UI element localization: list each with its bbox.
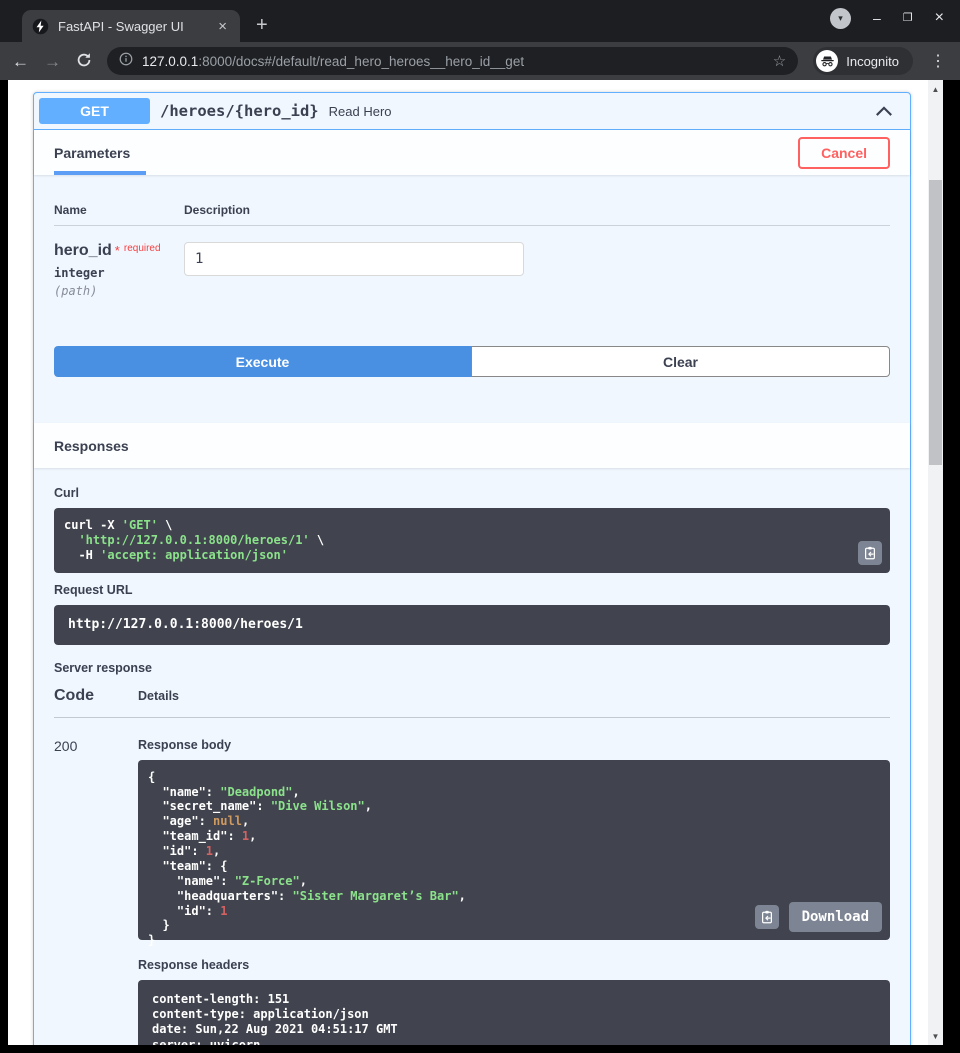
back-icon[interactable]: ← <box>12 53 29 70</box>
url-bar[interactable]: 127.0.0.1:8000/docs#/default/read_hero_h… <box>107 47 798 75</box>
parameters-table-header: Name Description <box>54 191 890 226</box>
responses-title: Responses <box>54 438 129 454</box>
param-name: hero_id <box>54 242 112 259</box>
scroll-down-icon[interactable]: ▼ <box>928 1029 943 1043</box>
window-controls: ▾ – ❐ × <box>830 8 960 29</box>
opblock-get: GET /heroes/{hero_id} Read Hero Paramete… <box>33 92 911 1045</box>
collapse-chevron-icon[interactable] <box>875 105 893 117</box>
responses-inner: Curl curl -X 'GET' \ 'http://127.0.0.1:8… <box>34 468 910 1045</box>
column-name: Name <box>54 203 184 217</box>
curl-label: Curl <box>54 486 890 500</box>
column-details: Details <box>138 689 179 703</box>
tab-parameters[interactable]: Parameters <box>54 130 130 175</box>
param-description-cell <box>184 242 524 298</box>
minimize-icon[interactable]: – <box>873 11 881 25</box>
forward-icon[interactable]: → <box>44 53 61 70</box>
incognito-label: Incognito <box>846 54 899 69</box>
response-table-header: Code Details <box>54 677 890 718</box>
incognito-icon <box>816 50 838 72</box>
tab-bar: FastAPI - Swagger UI × + ▾ – ❐ × <box>0 0 960 42</box>
curl-command: curl -X 'GET' \ 'http://127.0.0.1:8000/h… <box>54 508 890 573</box>
param-type: integer <box>54 266 184 280</box>
browser-menu-icon[interactable]: ⋮ <box>928 51 948 71</box>
param-row: hero_id* required integer (path) <box>54 226 890 298</box>
site-info-icon[interactable] <box>119 52 133 71</box>
page-scrollbar: ▲ ▼ <box>928 80 943 1045</box>
request-url-label: Request URL <box>54 583 890 597</box>
tab-close-icon[interactable]: × <box>215 18 230 35</box>
responses-header: Responses <box>34 423 910 468</box>
execute-button[interactable]: Execute <box>54 346 471 377</box>
bookmark-star-icon[interactable]: ☆ <box>773 52 786 70</box>
parameters-header: Parameters Cancel <box>34 130 910 175</box>
endpoint-summary-text: Read Hero <box>329 104 392 119</box>
required-star: * <box>115 243 120 258</box>
response-body-actions: Download <box>755 902 882 932</box>
parameters-body: Name Description hero_id* required intege… <box>34 175 910 423</box>
swagger-page: GET /heroes/{hero_id} Read Hero Paramete… <box>8 80 928 1045</box>
scrollbar-thumb[interactable] <box>929 180 942 465</box>
column-code: Code <box>54 687 138 705</box>
fastapi-favicon-icon <box>32 18 49 35</box>
response-row: 200 Response body { "name": "Deadpond", … <box>54 718 890 1045</box>
clear-button[interactable]: Clear <box>471 346 890 377</box>
url-text: 127.0.0.1:8000/docs#/default/read_hero_h… <box>142 54 764 69</box>
browser-toolbar: ← → 127.0.0.1:8000/docs#/default/read_he… <box>0 42 960 80</box>
window-close-icon[interactable]: × <box>935 10 944 26</box>
endpoint-path: /heroes/{hero_id} <box>160 102 319 120</box>
param-location: (path) <box>54 284 184 298</box>
hero-id-input[interactable] <box>184 242 524 276</box>
browser-tab[interactable]: FastAPI - Swagger UI × <box>22 10 240 42</box>
active-tab-underline <box>54 171 146 175</box>
copy-response-button[interactable] <box>755 905 779 929</box>
param-name-cell: hero_id* required integer (path) <box>54 242 184 298</box>
download-button[interactable]: Download <box>789 902 882 932</box>
scroll-up-icon[interactable]: ▲ <box>928 82 943 96</box>
cancel-button[interactable]: Cancel <box>798 137 890 169</box>
response-headers-label: Response headers <box>138 958 890 972</box>
maximize-icon[interactable]: ❐ <box>903 13 913 24</box>
incognito-badge: Incognito <box>813 47 913 75</box>
server-response-label: Server response <box>54 661 890 675</box>
endpoint-summary[interactable]: GET /heroes/{hero_id} Read Hero <box>34 93 910 130</box>
response-body-label: Response body <box>138 738 890 752</box>
column-description: Description <box>184 203 250 217</box>
profile-button[interactable]: ▾ <box>830 8 851 29</box>
method-badge: GET <box>39 98 150 124</box>
reload-icon[interactable] <box>76 52 92 71</box>
required-label: required <box>124 243 161 254</box>
tab-title: FastAPI - Swagger UI <box>58 19 206 34</box>
execute-row: Execute Clear <box>54 346 890 377</box>
new-tab-button[interactable]: + <box>256 15 268 35</box>
request-url-block: http://127.0.0.1:8000/heroes/1 <box>54 605 890 645</box>
response-body: { "name": "Deadpond", "secret_name": "Di… <box>138 760 890 940</box>
response-headers: content-length: 151 content-type: applic… <box>138 980 890 1045</box>
status-code: 200 <box>54 738 138 1045</box>
response-details: Response body { "name": "Deadpond", "sec… <box>138 738 890 1045</box>
copy-to-clipboard-button[interactable] <box>858 541 882 565</box>
